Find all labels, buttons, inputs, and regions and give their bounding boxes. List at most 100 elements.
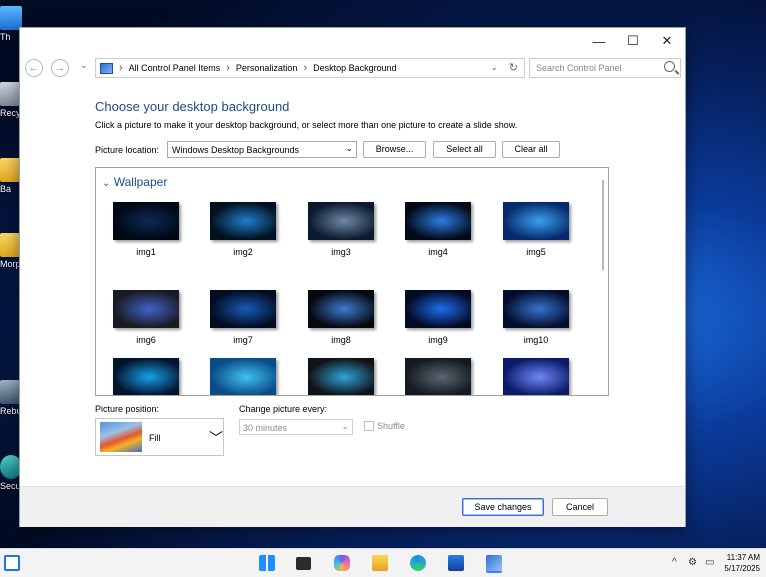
task-view-icon[interactable] (296, 557, 311, 570)
widgets-icon[interactable] (4, 555, 20, 571)
wallpaper-label: img8 (331, 335, 351, 345)
back-button[interactable]: ← (25, 59, 43, 77)
search-input[interactable]: Search Control Panel (529, 58, 681, 78)
clock-time: 11:37 AM (726, 553, 760, 562)
wallpaper-thumbnail[interactable] (113, 358, 179, 395)
wallpaper-thumbnail[interactable]: img4 (405, 202, 471, 257)
browse-button[interactable]: Browse... (363, 141, 426, 158)
wallpaper-thumbnail[interactable]: img2 (210, 202, 276, 257)
wallpaper-thumbnail[interactable]: img3 (308, 202, 374, 257)
address-dropdown-icon[interactable]: ⌄ (490, 62, 498, 73)
copilot-icon[interactable] (334, 555, 350, 571)
search-icon (664, 61, 675, 72)
store-icon[interactable] (448, 555, 464, 571)
edge-icon[interactable] (410, 555, 426, 571)
display-icon[interactable]: ▭ (705, 557, 714, 568)
shuffle-checkbox[interactable]: Shuffle (364, 421, 405, 431)
chevron-down-icon: ⌄ (341, 421, 349, 431)
page-title: Choose your desktop background (95, 99, 290, 114)
change-picture-select[interactable]: 30 minutes ⌄ (239, 419, 353, 435)
clock-date: 5/17/2025 (724, 564, 760, 573)
tray-chevron-icon[interactable]: ^ (672, 557, 677, 568)
wallpaper-image (405, 290, 471, 328)
control-panel-taskbar-icon[interactable] (486, 555, 502, 573)
shuffle-label: Shuffle (377, 421, 405, 431)
chevron-down-icon: ﹀ (209, 430, 223, 446)
desktop-background-window: — ☐ ✕ ← → ⌄ › All Control Panel Items › … (19, 27, 686, 527)
page-description: Click a picture to make it your desktop … (95, 120, 518, 130)
wallpaper-thumbnail[interactable]: img8 (308, 290, 374, 345)
wallpaper-image (210, 202, 276, 240)
wallpaper-image (113, 358, 179, 395)
network-icon[interactable]: ⚙ (688, 557, 697, 568)
wallpaper-thumbnail[interactable]: img9 (405, 290, 471, 345)
wallpaper-image (503, 202, 569, 240)
wallpaper-thumbnail[interactable] (308, 358, 374, 395)
chevron-down-icon: ⌄ (102, 178, 111, 189)
change-picture-value: 30 minutes (243, 423, 288, 433)
chevron-down-icon: ⌄ (345, 143, 353, 153)
wallpaper-thumbnail[interactable]: img7 (210, 290, 276, 345)
wallpaper-image (308, 202, 374, 240)
wallpaper-thumbnail[interactable] (503, 358, 569, 395)
group-header-wallpaper[interactable]: ⌄ Wallpaper (102, 175, 167, 189)
wallpaper-image (503, 290, 569, 328)
scrollbar[interactable] (602, 180, 604, 270)
position-preview-image (100, 422, 142, 452)
wallpaper-thumbnail[interactable]: img1 (113, 202, 179, 257)
wallpaper-label: img5 (526, 247, 546, 257)
picture-position-label: Picture position: (95, 404, 160, 414)
select-all-button[interactable]: Select all (433, 141, 496, 158)
maximize-button[interactable]: ☐ (616, 28, 650, 54)
breadcrumb-separator: › (226, 62, 230, 74)
wallpaper-thumbnail[interactable]: img10 (503, 290, 569, 345)
breadcrumb-desktop-background[interactable]: Desktop Background (313, 63, 397, 73)
clock[interactable]: 11:37 AM 5/17/2025 (724, 552, 760, 574)
wallpaper-label: img2 (233, 247, 253, 257)
wallpaper-image (113, 202, 179, 240)
checkbox-box (364, 421, 374, 431)
wallpaper-image (113, 290, 179, 328)
picture-position-select[interactable]: Fill ﹀ (95, 418, 224, 456)
arrow-right-icon: → (54, 62, 66, 74)
wallpaper-gallery[interactable]: ⌄ Wallpaper img1 img2 img3 img4 img5 img6 img7… (95, 167, 609, 396)
minimize-button[interactable]: — (582, 28, 616, 54)
wallpaper-label: img3 (331, 247, 351, 257)
wallpaper-image (308, 290, 374, 328)
breadcrumb-all-control-panel-items[interactable]: All Control Panel Items (129, 63, 221, 73)
navigation-bar: ← → ⌄ › All Control Panel Items › Person… (20, 55, 685, 81)
control-panel-icon (100, 62, 113, 74)
title-bar[interactable]: — ☐ ✕ (20, 28, 685, 54)
picture-location-label: Picture location: (95, 145, 160, 155)
breadcrumb-personalization[interactable]: Personalization (236, 63, 298, 73)
wallpaper-label: img6 (136, 335, 156, 345)
wallpaper-label: img7 (233, 335, 253, 345)
address-bar[interactable]: › All Control Panel Items › Personalizat… (95, 58, 525, 78)
footer-bar: Save changes Cancel (20, 486, 685, 527)
cancel-button[interactable]: Cancel (552, 498, 608, 516)
change-picture-label: Change picture every: (239, 404, 328, 414)
wallpaper-image (503, 358, 569, 395)
wallpaper-image (210, 358, 276, 395)
save-changes-button[interactable]: Save changes (462, 498, 544, 516)
wallpaper-thumbnail[interactable] (210, 358, 276, 395)
picture-location-select[interactable]: Windows Desktop Backgrounds ⌄ (167, 141, 357, 158)
file-explorer-icon[interactable] (372, 555, 388, 571)
wallpaper-image (405, 358, 471, 395)
close-button[interactable]: ✕ (650, 28, 684, 54)
wallpaper-label: img9 (428, 335, 448, 345)
taskbar: ^ ⚙ ▭ 11:37 AM 5/17/2025 (0, 548, 766, 577)
refresh-icon[interactable]: ↻ (509, 61, 518, 74)
recent-locations-button[interactable]: ⌄ (80, 60, 88, 71)
wallpaper-thumbnail[interactable] (405, 358, 471, 395)
wallpaper-thumbnail[interactable]: img5 (503, 202, 569, 257)
chevron-down-icon: ⌄ (80, 60, 88, 70)
start-icon[interactable] (259, 555, 275, 571)
wallpaper-label: img1 (136, 247, 156, 257)
clear-all-button[interactable]: Clear all (502, 141, 560, 158)
search-placeholder: Search Control Panel (536, 63, 622, 73)
picture-position-value: Fill (149, 433, 161, 443)
wallpaper-thumbnail[interactable]: img6 (113, 290, 179, 345)
forward-button[interactable]: → (51, 59, 69, 77)
group-header-label: Wallpaper (113, 175, 168, 189)
